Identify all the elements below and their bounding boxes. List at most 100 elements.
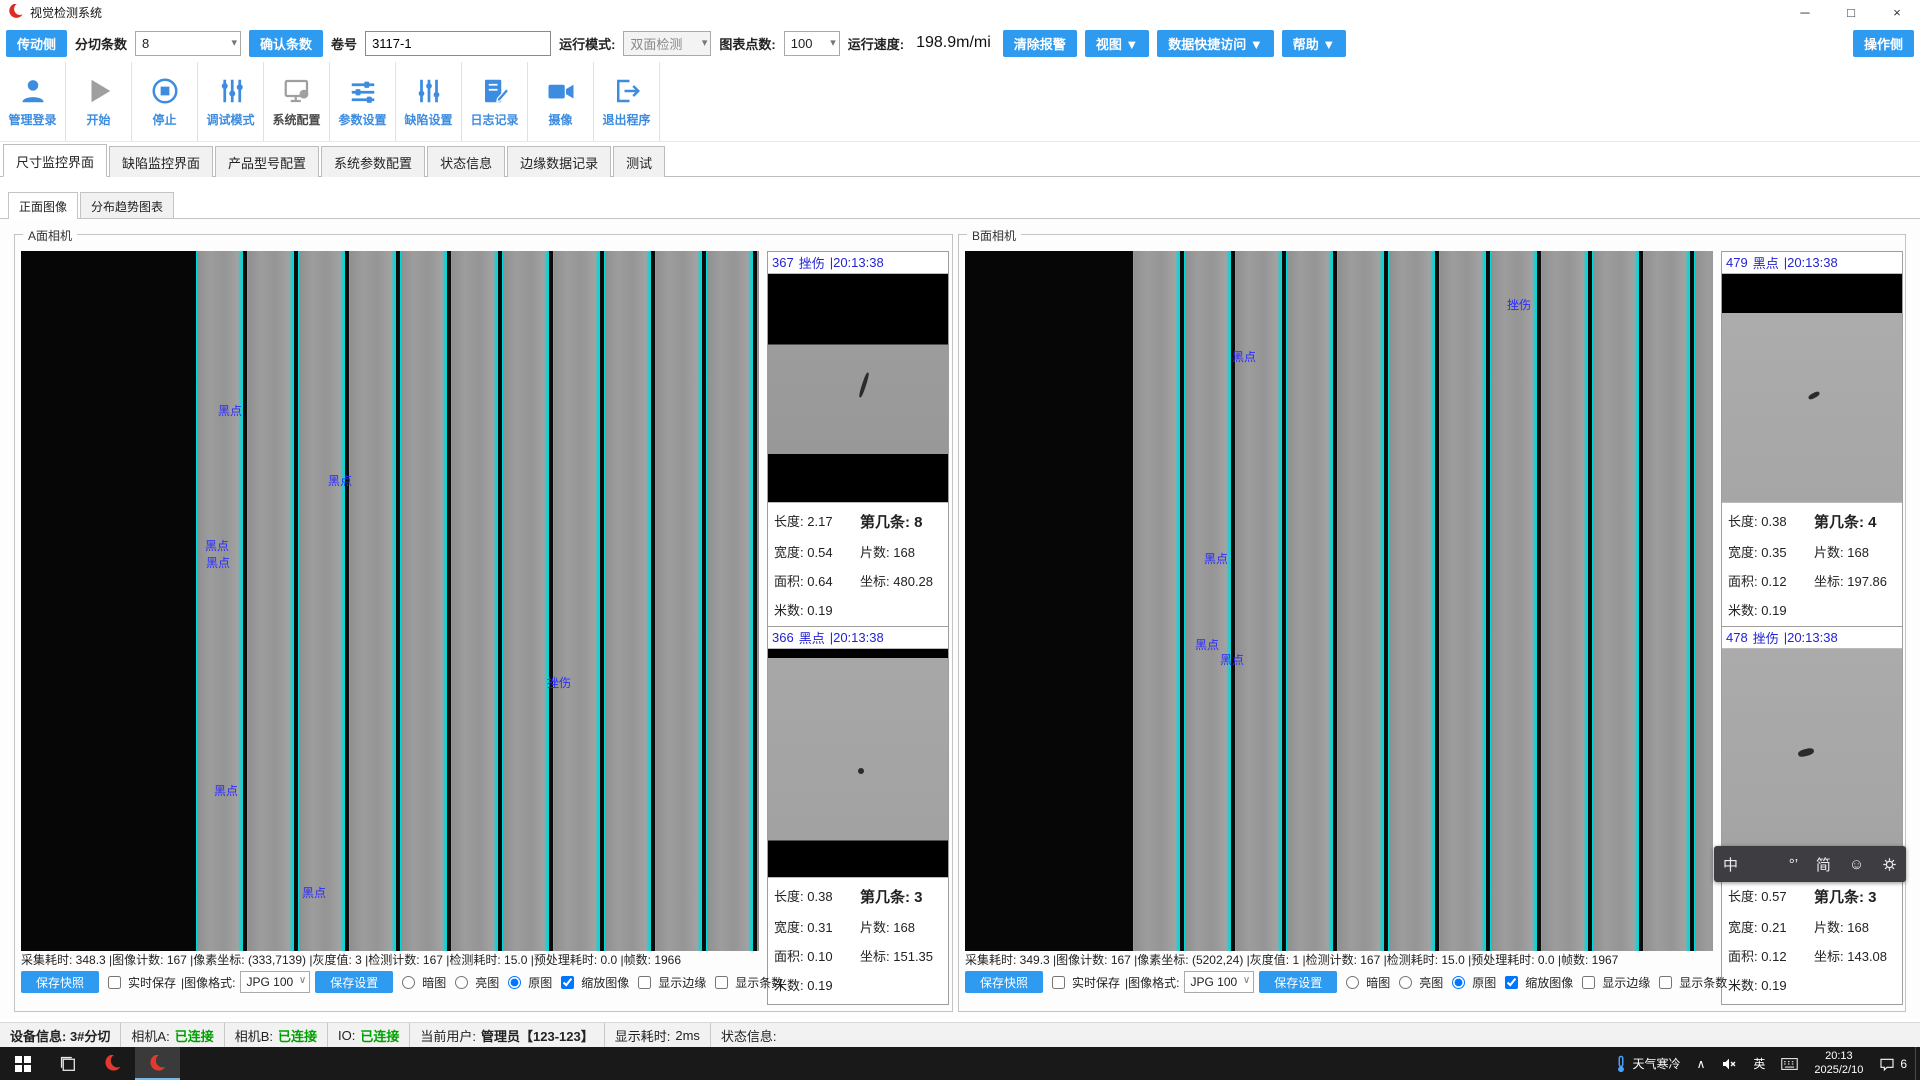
gear-icon[interactable] [1882, 857, 1897, 872]
stop-button[interactable]: 停止 [132, 62, 198, 141]
ime-mode-toggle[interactable]: 中 [1723, 854, 1738, 875]
show-strips-checkbox[interactable] [715, 976, 728, 989]
weather-text: 天气寒冷 [1633, 1055, 1681, 1072]
coord-label: 坐标: [1814, 949, 1844, 964]
system-config-button[interactable]: 系统配置 [264, 62, 330, 141]
notification-center-button[interactable]: 6 [1871, 1047, 1915, 1080]
log-record-button[interactable]: 日志记录 [462, 62, 528, 141]
coord-value: 151.35 [893, 949, 933, 964]
chart-points-select[interactable]: 100▾ [784, 31, 840, 56]
original-image-radio[interactable] [508, 976, 521, 989]
operate-side-button[interactable]: 操作侧 [1853, 30, 1914, 57]
taskbar-app-icon[interactable] [90, 1047, 135, 1080]
defect-type: 黑点 [799, 628, 825, 647]
defect-card-header: 479 黑点 |20:13:38 [1722, 252, 1902, 273]
save-settings-button[interactable]: 保存设置 [315, 971, 393, 993]
pieces-value: 168 [1847, 920, 1869, 935]
defect-time: |20:13:38 [1784, 255, 1838, 270]
start-button[interactable] [0, 1047, 45, 1080]
width-label: 宽度: [774, 545, 804, 560]
data-quick-access-button[interactable]: 数据快捷访问 ▼ [1157, 30, 1273, 57]
tab-test[interactable]: 测试 [613, 146, 665, 177]
start-button[interactable]: 开始 [66, 62, 132, 141]
zoom-image-checkbox[interactable] [561, 976, 574, 989]
touch-keyboard-icon[interactable] [1773, 1047, 1806, 1080]
parameter-settings-button[interactable]: 参数设置 [330, 62, 396, 141]
defect-card[interactable]: 366 黑点 |20:13:38 长度: 0.38 第几条: 3 宽度: 0.3… [767, 626, 949, 1005]
tab-size-monitor[interactable]: 尺寸监控界面 [3, 144, 107, 177]
drive-side-button[interactable]: 传动侧 [6, 30, 67, 57]
show-edges-checkbox[interactable] [638, 976, 651, 989]
emoji-icon[interactable]: ☺ [1849, 856, 1864, 873]
show-edges-checkbox[interactable] [1582, 976, 1595, 989]
defect-time: |20:13:38 [1784, 630, 1838, 645]
coord-label: 坐标: [860, 574, 890, 589]
defect-card-header: 366 黑点 |20:13:38 [768, 627, 948, 648]
subtab-distribution-chart[interactable]: 分布趋势图表 [80, 192, 174, 219]
ime-language-indicator[interactable]: 英 [1745, 1047, 1773, 1080]
defect-label: 黑点 [218, 402, 242, 419]
tray-expand-caret[interactable]: ∧ [1689, 1047, 1714, 1080]
defect-card[interactable]: 367 挫伤 |20:13:38 长度: 2.17 第几条: 8 宽度: 0.5… [767, 251, 949, 630]
image-format-select[interactable]: JPG 100∨ [240, 971, 310, 993]
tab-system-param-config[interactable]: 系统参数配置 [321, 146, 425, 177]
task-view-icon[interactable] [45, 1047, 90, 1080]
tab-defect-monitor[interactable]: 缺陷监控界面 [109, 146, 213, 177]
volume-muted-icon[interactable] [1713, 1047, 1745, 1080]
weather-status[interactable]: 天气寒冷 [1606, 1047, 1689, 1080]
zoom-image-label: 缩放图像 [1525, 974, 1573, 991]
io-connection: IO:已连接 [328, 1023, 410, 1047]
length-label: 长度: [1728, 514, 1758, 529]
bright-image-radio[interactable] [1399, 976, 1412, 989]
run-mode-select[interactable]: 双面检测▾ [623, 31, 711, 56]
slit-count-select[interactable]: 8▾ [135, 31, 241, 56]
save-settings-button[interactable]: 保存设置 [1259, 971, 1337, 993]
debug-mode-button[interactable]: 调试模式 [198, 62, 264, 141]
chart-points-label: 图表点数: [719, 34, 775, 53]
tab-status-info[interactable]: 状态信息 [427, 146, 505, 177]
io-conn-value: 已连接 [360, 1026, 399, 1045]
restore-button[interactable]: □ [1828, 0, 1874, 24]
zoom-image-checkbox[interactable] [1505, 976, 1518, 989]
display-time: 显示耗时:2ms [605, 1023, 711, 1047]
show-strips-label: 显示条数 [735, 974, 783, 991]
tab-product-model-config[interactable]: 产品型号配置 [215, 146, 319, 177]
current-user: 当前用户:管理员【123-123】 [410, 1023, 604, 1047]
roll-number-input[interactable] [365, 31, 551, 56]
image-format-select[interactable]: JPG 100∨ [1184, 971, 1254, 993]
show-strips-checkbox[interactable] [1659, 976, 1672, 989]
tab-edge-data-record[interactable]: 边缘数据记录 [507, 146, 611, 177]
bright-image-radio[interactable] [455, 976, 468, 989]
meters-label: 米数: [774, 603, 804, 618]
admin-login-button[interactable]: 管理登录 [0, 62, 66, 141]
close-button[interactable]: × [1874, 0, 1920, 24]
bright-image-label: 亮图 [1419, 974, 1443, 991]
subtab-front-image[interactable]: 正面图像 [8, 192, 78, 219]
defect-mark [1797, 747, 1814, 758]
moon-icon[interactable] [1756, 857, 1771, 872]
realtime-save-checkbox[interactable] [1052, 976, 1065, 989]
defect-settings-button[interactable]: 缺陷设置 [396, 62, 462, 141]
dark-image-label: 暗图 [422, 974, 446, 991]
defect-card[interactable]: 478 挫伤 |20:13:38 长度: 0.57 第几条: 3 宽度: 0.2… [1721, 626, 1903, 1005]
save-snapshot-button[interactable]: 保存快照 [21, 971, 99, 993]
original-image-radio[interactable] [1452, 976, 1465, 989]
coord-label: 坐标: [860, 949, 890, 964]
dark-image-radio[interactable] [1346, 976, 1359, 989]
view-menu-button[interactable]: 视图 ▼ [1085, 30, 1149, 57]
save-snapshot-button[interactable]: 保存快照 [965, 971, 1043, 993]
exit-program-button[interactable]: 退出程序 [594, 62, 660, 141]
taskbar-app-icon-active[interactable] [135, 1047, 180, 1080]
clear-alarm-button[interactable]: 清除报警 [1003, 30, 1077, 57]
help-menu-button[interactable]: 帮助 ▼ [1282, 30, 1346, 57]
dark-image-radio[interactable] [402, 976, 415, 989]
taskbar-clock[interactable]: 20:13 2025/2/10 [1806, 1047, 1871, 1080]
video-capture-button[interactable]: 摄像 [528, 62, 594, 141]
show-desktop-button[interactable] [1915, 1047, 1920, 1080]
realtime-save-checkbox[interactable] [108, 976, 121, 989]
ime-simplified-toggle[interactable]: 简 [1816, 854, 1831, 875]
ime-punctuation-toggle[interactable]: °’ [1789, 856, 1798, 873]
defect-card[interactable]: 479 黑点 |20:13:38 长度: 0.38 第几条: 4 宽度: 0.3… [1721, 251, 1903, 630]
confirm-count-button[interactable]: 确认条数 [249, 30, 323, 57]
minimize-button[interactable]: ─ [1782, 0, 1828, 24]
